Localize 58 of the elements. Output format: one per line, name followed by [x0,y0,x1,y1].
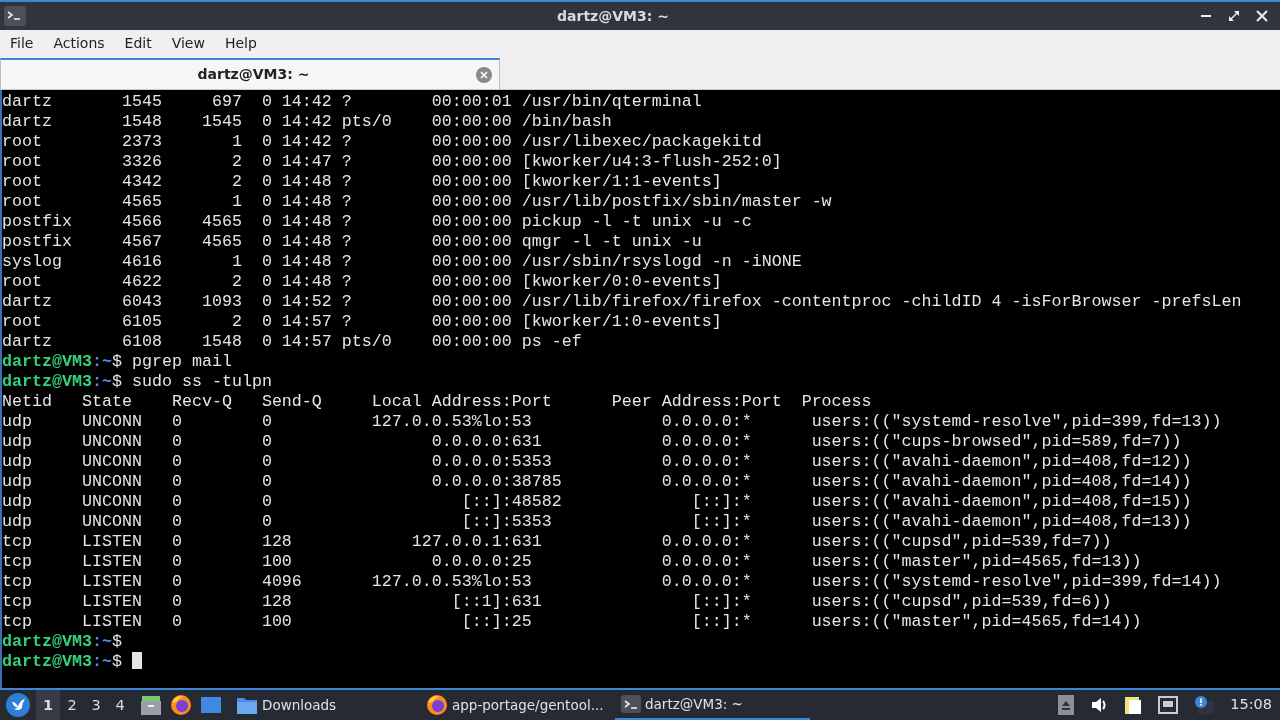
menu-item[interactable]: Actions [43,30,115,56]
terminal-line: root 6105 2 0 14:57 ? 00:00:00 [kworker/1:0-events] [2,312,723,332]
terminal-line: root 4342 2 0 14:48 ? 00:00:00 [kworker/1:1-events] [2,172,723,192]
menu-item[interactable]: File [0,30,44,56]
terminal-line: tcp LISTEN 0 128 127.0.0.1:631 0.0.0.0:* users:(("cupsd",pid=539,fd=7)) [2,532,1113,552]
terminal-line: dartz 6108 1548 0 14:57 pts/0 00:00:00 ps -ef [2,332,583,352]
terminal-line: dartz 1548 1545 0 14:42 pts/0 00:00:00 /bin/bash [2,112,613,132]
terminal-line: tcp LISTEN 0 128 [::1]:631 [::]:* users:(("cupsd",pid=539,fd=6)) [2,592,1113,612]
eject-icon[interactable] [1058,695,1075,715]
firefox-icon[interactable] [426,694,448,716]
prompt-line: dartz@VM3:~$ sudo ss -tulpn [2,372,273,392]
network-icon[interactable] [1158,696,1179,714]
terminal-line: udp UNCONN 0 0 [::]:5353 [::]:* users:(("avahi-daemon",pid=408,fd=13)) [2,512,1193,532]
terminal-line: tcp LISTEN 0 100 [::]:25 [::]:* users:(("master",pid=4565,fd=14)) [2,612,1143,632]
firefox-icon[interactable] [170,694,192,716]
terminal-line: root 4622 2 0 14:48 ? 00:00:00 [kworker/0:0-events] [2,272,723,292]
desktop-switch[interactable]: 2 [60,690,84,720]
terminal-line: udp UNCONN 0 0 0.0.0.0:38785 0.0.0.0:* users:(("avahi-daemon",pid=408,fd=14)) [2,472,1193,492]
prompt-line: dartz@VM3:~$ [2,652,123,672]
notification-icon[interactable] [1194,696,1215,714]
terminal-line: postfix 4566 4565 0 14:48 ? 00:00:00 pickup -l -t unix -u -c [2,212,753,232]
prompt-line: dartz@VM3:~$ pgrep mail [2,352,233,372]
desktop-switch[interactable]: 1 [36,690,60,720]
terminal-line: dartz 1545 697 0 14:42 ? 00:00:01 /usr/bin/qterminal [2,92,703,112]
terminal-line: postfix 4567 4565 0 14:48 ? 00:00:00 qmgr -l -t unix -u [2,232,703,252]
desktop-switch[interactable]: 4 [108,690,132,720]
desktop-switch[interactable]: 3 [84,690,108,720]
menu-item[interactable]: View [161,30,215,56]
clipboard-icon[interactable] [1124,695,1143,715]
terminal-line: udp UNCONN 0 0 127.0.0.53%lo:53 0.0.0.0:* users:(("systemd-resolve",pid=399,fd=13)) [2,412,1223,432]
terminal-line: syslog 4616 1 0 14:48 ? 00:00:00 /usr/sbin/rsyslogd -n -iNONE [2,252,803,272]
terminal-line: udp UNCONN 0 0 0.0.0.0:5353 0.0.0.0:* users:(("avahi-daemon",pid=408,fd=12)) [2,452,1193,472]
taskbar-button[interactable]: Downloads [230,690,420,720]
terminal-line: root 4565 1 0 14:48 ? 00:00:00 /usr/lib/postfix/sbin/master -w [2,192,833,212]
terminal-line: tcp LISTEN 0 100 0.0.0.0:25 0.0.0.0:* users:(("master",pid=4565,fd=13)) [2,552,1143,572]
prompt-line: dartz@VM3:~$ [2,632,123,652]
file-cabinet-icon[interactable] [140,694,162,716]
terminal-icon [4,6,26,26]
terminal-line: tcp LISTEN 0 4096 127.0.0.53%lo:53 0.0.0.0:* users:(("systemd-resolve",pid=399,fd=14)) [2,572,1223,592]
start-menu-icon[interactable] [6,693,30,717]
folder-icon [236,695,258,715]
terminal-line: udp UNCONN 0 0 [::]:48582 [::]:* users:(("avahi-daemon",pid=408,fd=15)) [2,492,1193,512]
terminal-icon [621,695,641,713]
close-icon[interactable] [1256,10,1268,22]
terminal-line: root 2373 1 0 14:42 ? 00:00:00 /usr/libexec/packagekitd [2,132,763,152]
terminal-line: dartz 6043 1093 0 14:52 ? 00:00:00 /usr/lib/firefox/firefox -contentproc -childID 4 -isForBrowser -prefsLen [2,292,1243,312]
taskbar-button[interactable]: app-portage/gentool... [420,690,615,720]
maximize-icon[interactable] [1228,10,1240,22]
terminal-line: udp UNCONN 0 0 0.0.0.0:631 0.0.0.0:* users:(("cups-browsed",pid=589,fd=7)) [2,432,1183,452]
tab[interactable]: dartz@VM3: ~ [0,58,500,89]
terminal-line: root 3326 2 0 14:47 ? 00:00:00 [kworker/u4:3-flush-252:0] [2,152,783,172]
clock[interactable]: 15:08 [1230,694,1272,716]
menu-item[interactable]: Edit [114,30,162,56]
terminal-line: Netid State Recv-Q Send-Q Local Address:Port Peer Address:Port Process [2,392,873,412]
window-title: dartz@VM3: ~ [556,6,670,26]
window-icon[interactable] [200,694,222,716]
menu-item[interactable]: Help [214,30,267,56]
taskbar-button[interactable]: dartz@VM3: ~ [615,690,810,720]
